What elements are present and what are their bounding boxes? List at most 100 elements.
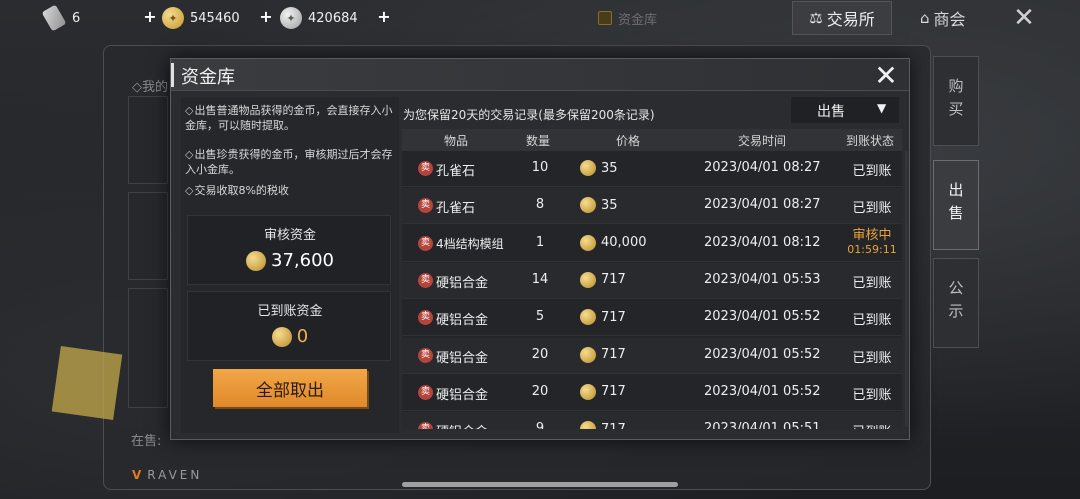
- column-time: 交易时间: [738, 134, 787, 148]
- exchange-tab-label: 交易所: [826, 10, 875, 29]
- sell-badge-icon: 卖: [418, 422, 433, 429]
- guild-shop-label: 商会: [933, 10, 966, 29]
- item-price: 40,000: [580, 234, 647, 251]
- item-name: 孔雀石: [436, 201, 476, 217]
- silver-currency: ✦ 420684: [280, 6, 358, 30]
- item-name: 硬铝合金: [436, 350, 489, 366]
- item-qty: 9: [535, 421, 545, 429]
- inventory-slot[interactable]: [128, 96, 168, 184]
- arrived-funds-box: 已到账资金 0: [187, 291, 391, 361]
- item-qty: 20: [531, 346, 549, 362]
- item-price: 35: [580, 197, 618, 214]
- ticket-currency: 6: [41, 4, 81, 32]
- gold-coin-icon: [580, 160, 596, 176]
- item-name: 硬铝合金: [436, 387, 489, 403]
- countdown-timer: 01:59:11: [847, 242, 897, 256]
- arrived-funds-value: 0: [188, 326, 392, 347]
- trade-time: 2023/04/01 05:51: [704, 421, 821, 429]
- item-qty: 8: [535, 197, 545, 213]
- tab-announcement[interactable]: 公示: [933, 258, 979, 348]
- item-name: 硬铝合金: [436, 275, 489, 291]
- status-arrived: 已到账: [852, 164, 892, 179]
- item-price: 717: [580, 346, 626, 363]
- vault-dialog: 资金库 ✕ ◇出售普通物品获得的金币，会直接存入小金库，可以随时提取。 ◇出售珍…: [170, 58, 910, 440]
- tab-buy[interactable]: 购买: [933, 56, 979, 146]
- add-silver-button[interactable]: +: [258, 9, 274, 25]
- vault-tab-label: 资金库: [618, 12, 658, 28]
- trade-time: 2023/04/01 05:52: [704, 346, 821, 362]
- gold-coin-icon: [580, 421, 596, 429]
- gold-coin-icon: [246, 250, 266, 271]
- ticket-icon: [41, 4, 67, 32]
- gold-coin-icon: [580, 346, 596, 363]
- rule-text: ◇出售普通物品获得的金币，会直接存入小金库，可以随时提取。: [185, 104, 393, 132]
- gold-coin-icon: [580, 383, 596, 400]
- withdraw-all-button[interactable]: 全部取出: [213, 369, 367, 407]
- add-ticket-button[interactable]: +: [376, 9, 392, 25]
- trade-time: 2023/04/01 08:12: [704, 234, 821, 250]
- vault-tab[interactable]: 资金库: [598, 8, 668, 28]
- table-row[interactable]: 卖硬铝合金 14 717 2023/04/01 05:53 已到账: [402, 262, 902, 299]
- status-arrived: 已到账: [842, 421, 902, 429]
- sell-badge-icon: 卖: [418, 235, 433, 251]
- table-row[interactable]: 卖孔雀石 8 35 2023/04/01 08:27 已到账: [402, 188, 902, 225]
- home-indicator[interactable]: [402, 482, 678, 487]
- item-price: 717: [580, 383, 626, 400]
- item-qty: 1: [535, 234, 545, 250]
- item-price: 717: [580, 421, 626, 429]
- sell-badge-icon: 卖: [418, 384, 433, 400]
- ticket-count: 6: [72, 10, 81, 26]
- item-qty: 10: [531, 160, 549, 175]
- gold-coin-icon: ✦: [162, 7, 184, 29]
- diamond-icon: ◇: [185, 148, 194, 161]
- gold-coin-icon: [271, 326, 292, 347]
- brand-text: RAVEN: [147, 468, 203, 482]
- record-type-dropdown[interactable]: 出售 ▼: [791, 97, 899, 123]
- table-row[interactable]: 卖硬铝合金 9 717 2023/04/01 05:51 已到账: [402, 412, 902, 429]
- table-scrollbar[interactable]: [905, 151, 908, 427]
- table-row[interactable]: 卖孔雀石 10 35 2023/04/01 08:27 已到账: [402, 151, 902, 187]
- trade-time: 2023/04/01 08:27: [704, 197, 821, 213]
- trade-time: 2023/04/01 05:52: [704, 383, 821, 399]
- item-price: 717: [580, 309, 626, 326]
- status-arrived: 已到账: [852, 350, 892, 366]
- review-funds-label: 审核资金: [263, 228, 316, 243]
- table-row[interactable]: 卖硬铝合金 20 717 2023/04/01 05:52 已到账: [402, 375, 902, 411]
- trade-time: 2023/04/01 08:27: [704, 160, 821, 175]
- gold-currency: ✦ 545460: [162, 6, 240, 30]
- status-arrived: 已到账: [852, 275, 892, 291]
- review-funds-box: 审核资金 37,600: [187, 215, 391, 285]
- close-dialog-icon[interactable]: ✕: [871, 61, 901, 91]
- triangle-down-icon: ▼: [877, 101, 887, 115]
- status-pending: 审核中 01:59:11: [842, 228, 902, 257]
- table-row[interactable]: 卖 4档结构模组 1 40,000 2023/04/01 08:12 审核中 01:59:1…: [402, 226, 902, 262]
- silver-coin-icon: ✦: [280, 7, 302, 29]
- inventory-slot[interactable]: [128, 192, 168, 280]
- sticky-note: [51, 346, 123, 420]
- top-bar: 6 + ✦ 545460 + ✦ 420684 + 资金库 ⚖ 交易所 ⌂ 商会…: [0, 0, 1080, 38]
- add-gold-button[interactable]: +: [142, 9, 158, 25]
- item-name: 硬铝合金: [436, 313, 489, 329]
- item-qty: 20: [531, 383, 549, 399]
- guild-shop-tab[interactable]: ⌂ 商会: [920, 6, 980, 30]
- inventory-slot[interactable]: [128, 288, 168, 408]
- shop-icon: ⌂: [920, 9, 930, 27]
- status-arrived: 已到账: [852, 201, 892, 217]
- on-sale-label: 在售:: [131, 434, 162, 449]
- table-row[interactable]: 卖硬铝合金 20 717 2023/04/01 05:52 已到账: [402, 337, 902, 374]
- item-price: 717: [580, 271, 626, 288]
- close-icon[interactable]: ✕: [1010, 4, 1038, 32]
- my-items-label: ◇我的: [132, 80, 168, 95]
- item-price: 35: [580, 160, 618, 176]
- trade-time: 2023/04/01 05:52: [704, 309, 821, 325]
- trade-time: 2023/04/01 05:53: [704, 271, 821, 287]
- transaction-table[interactable]: 物品 数量 价格 交易时间 到账状态 卖孔雀石 10 35 2023/04/01 08…: [402, 129, 902, 429]
- sell-badge-icon: 卖: [418, 272, 433, 288]
- table-row[interactable]: 卖硬铝合金 5 717 2023/04/01 05:52 已到账: [402, 300, 902, 337]
- item-name: 4档结构模组: [436, 236, 504, 251]
- records-note: 为您保留20天的交易记录(最多保留200条记录): [403, 108, 655, 122]
- exchange-tab[interactable]: ⚖ 交易所: [792, 1, 892, 35]
- arrived-funds-label: 已到账资金: [257, 304, 323, 319]
- gold-coin-icon: [580, 271, 596, 288]
- tab-sell[interactable]: 出售: [933, 160, 979, 250]
